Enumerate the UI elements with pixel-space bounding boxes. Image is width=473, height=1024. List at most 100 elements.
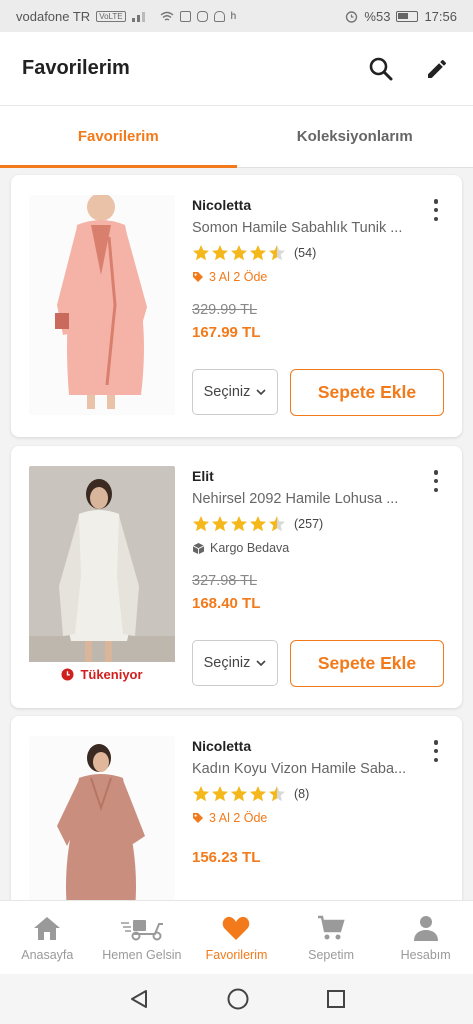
- product-rating: (257): [192, 515, 432, 533]
- nav-sepetim[interactable]: Sepetim: [284, 901, 379, 974]
- pencil-icon: [428, 59, 446, 78]
- nav-label: Hesabım: [400, 947, 451, 962]
- shipping-badge: Kargo Bedava: [192, 541, 432, 555]
- old-price: 327.98 TL: [192, 573, 258, 589]
- cart-icon: [318, 915, 345, 939]
- bell-icon: [213, 10, 225, 22]
- product-card[interactable]: Tükeniyor Elit Nehirsel 2092 Hamile Lohu…: [11, 446, 462, 708]
- scooter-icon: [120, 919, 163, 940]
- page-title: Favorilerim: [22, 57, 130, 79]
- search-icon: [369, 57, 393, 80]
- product-card[interactable]: Nicoletta Somon Hamile Sabahlık Tunik ..…: [11, 175, 462, 437]
- search-button[interactable]: [367, 55, 395, 83]
- nav-hesabim[interactable]: Hesabım: [378, 901, 473, 974]
- product-image[interactable]: [29, 736, 175, 900]
- promo-badge: 3 Al 2 Öde: [192, 811, 432, 825]
- home-circle-icon[interactable]: [226, 987, 250, 1011]
- current-price: 167.99 TL: [192, 324, 261, 341]
- rating-stars: [192, 515, 286, 533]
- product-card[interactable]: Nicoletta Kadın Koyu Vizon Hamile Saba..…: [11, 716, 462, 900]
- star-icon: [212, 786, 228, 802]
- review-count: (257): [294, 517, 324, 531]
- star-icon: [212, 245, 228, 261]
- more-options-button[interactable]: [428, 738, 444, 764]
- star-icon: [250, 516, 266, 532]
- recent-apps-icon[interactable]: [326, 989, 346, 1009]
- system-navigation-bar: [0, 974, 473, 1024]
- nav-hemen-gelsin[interactable]: Hemen Gelsin: [95, 901, 190, 974]
- more-options-button[interactable]: [428, 468, 444, 494]
- product-image[interactable]: [29, 195, 175, 415]
- status-bar: vodafone TR VoLTE h %53 17:56: [0, 0, 473, 32]
- current-price: 168.40 TL: [192, 595, 261, 612]
- product-image[interactable]: [29, 466, 175, 686]
- size-select[interactable]: Seçiniz: [192, 369, 278, 415]
- package-icon: [192, 542, 205, 554]
- product-info: Nicoletta Kadın Koyu Vizon Hamile Saba..…: [192, 738, 432, 866]
- battery-icon: [396, 10, 419, 22]
- promo-text: 3 Al 2 Öde: [209, 270, 268, 284]
- clock: 17:56: [424, 8, 457, 24]
- star-icon: [231, 245, 247, 261]
- star-icon: [231, 786, 247, 802]
- chevron-down-icon: [256, 388, 266, 395]
- tag-icon: [193, 813, 203, 823]
- star-icon: [250, 786, 266, 802]
- product-brand: Nicoletta: [192, 197, 252, 213]
- bottom-navigation: Anasayfa Hemen Gelsin Favorilerim Sepeti…: [0, 900, 473, 974]
- size-select[interactable]: Seçiniz: [192, 640, 278, 686]
- notification-icon: [179, 10, 191, 22]
- star-icon: [193, 786, 209, 802]
- product-info: Nicoletta Somon Hamile Sabahlık Tunik ..…: [192, 197, 432, 341]
- product-brand: Elit: [192, 468, 214, 484]
- rating-stars: [192, 244, 286, 262]
- product-rating: (54): [192, 244, 432, 262]
- nav-anasayfa[interactable]: Anasayfa: [0, 901, 95, 974]
- star-icon: [193, 516, 209, 532]
- stock-warning-badge: Tükeniyor: [29, 662, 175, 686]
- add-to-cart-button[interactable]: Sepete Ekle: [290, 369, 444, 416]
- product-brand: Nicoletta: [192, 738, 252, 754]
- star-icon: [231, 516, 247, 532]
- nav-label: Sepetim: [308, 947, 354, 962]
- signal-icon: [131, 12, 145, 22]
- nav-label: Favorilerim: [205, 947, 268, 962]
- heart-icon: [223, 916, 250, 940]
- star-icon: [269, 786, 285, 802]
- favorites-list[interactable]: Nicoletta Somon Hamile Sabahlık Tunik ..…: [0, 168, 473, 900]
- more-options-button[interactable]: [428, 197, 444, 223]
- edit-button[interactable]: [423, 55, 451, 83]
- clock-icon: [61, 668, 74, 680]
- tab-favorilerim[interactable]: Favorilerim: [0, 106, 237, 168]
- app-header: Favorilerim: [0, 32, 473, 106]
- review-count: (54): [294, 246, 317, 260]
- star-icon: [212, 516, 228, 532]
- size-select-label: Seçiniz: [203, 384, 251, 400]
- star-icon: [193, 245, 209, 261]
- old-price: 329.99 TL: [192, 302, 258, 318]
- tab-koleksiyonlarim[interactable]: Koleksiyonlarım: [237, 106, 473, 167]
- home-icon: [34, 916, 61, 940]
- carrier-name: vodafone TR: [16, 8, 91, 24]
- product-name[interactable]: Kadın Koyu Vizon Hamile Saba...: [192, 761, 422, 777]
- network-type: h: [230, 10, 237, 22]
- nav-favorilerim[interactable]: Favorilerim: [189, 901, 284, 974]
- back-icon[interactable]: [128, 988, 150, 1010]
- nav-label: Anasayfa: [21, 947, 74, 962]
- promo-text: 3 Al 2 Öde: [209, 811, 268, 825]
- review-count: (8): [294, 787, 310, 801]
- wifi-icon: [160, 11, 174, 21]
- stock-warning-text: Tükeniyor: [80, 666, 143, 682]
- instagram-icon: [196, 10, 208, 22]
- volte-badge: VoLTE: [96, 10, 126, 22]
- chevron-down-icon: [256, 659, 266, 666]
- product-info: Elit Nehirsel 2092 Hamile Lohusa ... (25…: [192, 468, 432, 612]
- tag-icon: [193, 272, 203, 282]
- product-name[interactable]: Nehirsel 2092 Hamile Lohusa ...: [192, 491, 422, 507]
- add-to-cart-button[interactable]: Sepete Ekle: [290, 640, 444, 687]
- alarm-icon: [346, 10, 358, 23]
- current-price: 156.23 TL: [192, 849, 261, 866]
- user-icon: [413, 915, 438, 941]
- star-icon: [269, 245, 285, 261]
- product-name[interactable]: Somon Hamile Sabahlık Tunik ...: [192, 220, 422, 236]
